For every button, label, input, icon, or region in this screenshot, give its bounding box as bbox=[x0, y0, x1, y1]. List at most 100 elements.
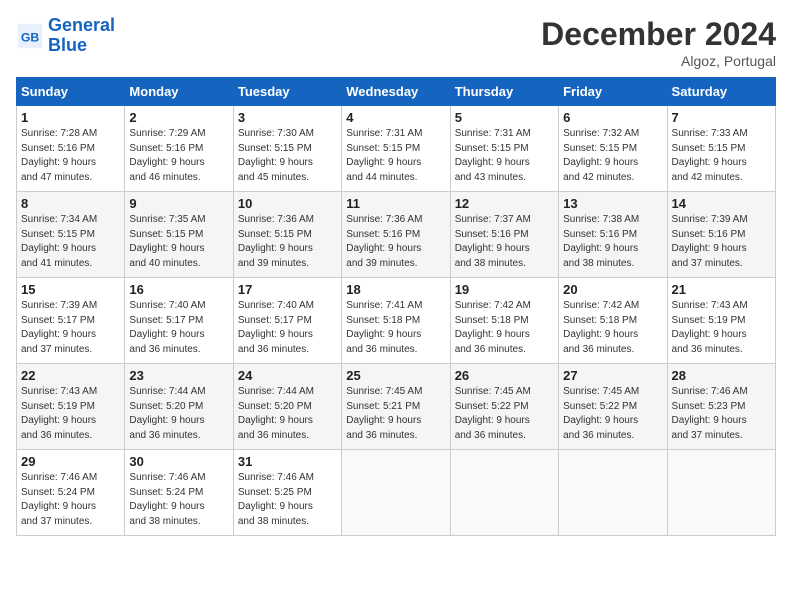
calendar-day-cell: 1 Sunrise: 7:28 AM Sunset: 5:16 PM Daylig… bbox=[17, 106, 125, 192]
day-info: Sunrise: 7:45 AM Sunset: 5:22 PM Dayligh… bbox=[563, 385, 662, 443]
day-number: 3 bbox=[238, 110, 337, 125]
day-number: 16 bbox=[129, 282, 228, 297]
day-number: 24 bbox=[238, 368, 337, 383]
empty-cell bbox=[559, 450, 667, 536]
day-info: Sunrise: 7:28 AM Sunset: 5:16 PM Dayligh… bbox=[21, 127, 120, 185]
day-info: Sunrise: 7:38 AM Sunset: 5:16 PM Dayligh… bbox=[563, 213, 662, 271]
day-info: Sunrise: 7:43 AM Sunset: 5:19 PM Dayligh… bbox=[672, 299, 771, 357]
day-number: 23 bbox=[129, 368, 228, 383]
page-header: GB General Blue December 2024 Algoz, Por… bbox=[16, 16, 776, 69]
calendar-day-cell: 6 Sunrise: 7:32 AM Sunset: 5:15 PM Daylig… bbox=[559, 106, 667, 192]
day-number: 25 bbox=[346, 368, 445, 383]
day-info: Sunrise: 7:40 AM Sunset: 5:17 PM Dayligh… bbox=[238, 299, 337, 357]
day-info: Sunrise: 7:46 AM Sunset: 5:24 PM Dayligh… bbox=[129, 471, 228, 529]
calendar-day-cell: 3 Sunrise: 7:30 AM Sunset: 5:15 PM Daylig… bbox=[233, 106, 341, 192]
calendar-day-cell: 31Sunrise: 7:46 AM Sunset: 5:25 PM Dayli… bbox=[233, 450, 341, 536]
day-info: Sunrise: 7:34 AM Sunset: 5:15 PM Dayligh… bbox=[21, 213, 120, 271]
weekday-header: Thursday bbox=[450, 78, 558, 106]
calendar-day-cell: 10Sunrise: 7:36 AM Sunset: 5:15 PM Dayli… bbox=[233, 192, 341, 278]
day-number: 5 bbox=[455, 110, 554, 125]
day-info: Sunrise: 7:44 AM Sunset: 5:20 PM Dayligh… bbox=[129, 385, 228, 443]
calendar: SundayMondayTuesdayWednesdayThursdayFrid… bbox=[16, 77, 776, 536]
calendar-day-cell: 24 Sunrise: 7:44 AM Sunset: 5:20 PM Dayli… bbox=[233, 364, 341, 450]
calendar-day-cell: 29 Sunrise: 7:46 AM Sunset: 5:24 PM Dayli… bbox=[17, 450, 125, 536]
day-number: 2 bbox=[129, 110, 228, 125]
weekday-header: Friday bbox=[559, 78, 667, 106]
day-info: Sunrise: 7:36 AM Sunset: 5:16 PM Dayligh… bbox=[346, 213, 445, 271]
day-number: 10 bbox=[238, 196, 337, 211]
day-number: 4 bbox=[346, 110, 445, 125]
weekday-header: Wednesday bbox=[342, 78, 450, 106]
day-info: Sunrise: 7:45 AM Sunset: 5:21 PM Dayligh… bbox=[346, 385, 445, 443]
calendar-day-cell: 30 Sunrise: 7:46 AM Sunset: 5:24 PM Dayli… bbox=[125, 450, 233, 536]
empty-cell bbox=[667, 450, 775, 536]
empty-cell bbox=[342, 450, 450, 536]
day-info: Sunrise: 7:45 AM Sunset: 5:22 PM Dayligh… bbox=[455, 385, 554, 443]
day-info: Sunrise: 7:35 AM Sunset: 5:15 PM Dayligh… bbox=[129, 213, 228, 271]
calendar-day-cell: 14 Sunrise: 7:39 AM Sunset: 5:16 PM Dayli… bbox=[667, 192, 775, 278]
day-info: Sunrise: 7:37 AM Sunset: 5:16 PM Dayligh… bbox=[455, 213, 554, 271]
day-info: Sunrise: 7:44 AM Sunset: 5:20 PM Dayligh… bbox=[238, 385, 337, 443]
calendar-day-cell: 19 Sunrise: 7:42 AM Sunset: 5:18 PM Dayli… bbox=[450, 278, 558, 364]
day-number: 29 bbox=[21, 454, 120, 469]
day-number: 1 bbox=[21, 110, 120, 125]
logo-icon: GB bbox=[16, 22, 44, 50]
day-number: 14 bbox=[672, 196, 771, 211]
day-info: Sunrise: 7:40 AM Sunset: 5:17 PM Dayligh… bbox=[129, 299, 228, 357]
calendar-day-cell: 5Sunrise: 7:31 AM Sunset: 5:15 PM Daylig… bbox=[450, 106, 558, 192]
day-number: 7 bbox=[672, 110, 771, 125]
day-number: 13 bbox=[563, 196, 662, 211]
day-number: 9 bbox=[129, 196, 228, 211]
day-number: 8 bbox=[21, 196, 120, 211]
day-info: Sunrise: 7:42 AM Sunset: 5:18 PM Dayligh… bbox=[455, 299, 554, 357]
day-info: Sunrise: 7:41 AM Sunset: 5:18 PM Dayligh… bbox=[346, 299, 445, 357]
logo-line2: Blue bbox=[48, 35, 87, 55]
day-number: 18 bbox=[346, 282, 445, 297]
logo-line1: General bbox=[48, 15, 115, 35]
calendar-day-cell: 4 Sunrise: 7:31 AM Sunset: 5:15 PM Daylig… bbox=[342, 106, 450, 192]
weekday-header: Tuesday bbox=[233, 78, 341, 106]
calendar-day-cell: 27 Sunrise: 7:45 AM Sunset: 5:22 PM Dayli… bbox=[559, 364, 667, 450]
day-info: Sunrise: 7:46 AM Sunset: 5:24 PM Dayligh… bbox=[21, 471, 120, 529]
day-info: Sunrise: 7:39 AM Sunset: 5:16 PM Dayligh… bbox=[672, 213, 771, 271]
day-number: 20 bbox=[563, 282, 662, 297]
day-number: 31 bbox=[238, 454, 337, 469]
day-number: 22 bbox=[21, 368, 120, 383]
day-number: 27 bbox=[563, 368, 662, 383]
calendar-day-cell: 25 Sunrise: 7:45 AM Sunset: 5:21 PM Dayli… bbox=[342, 364, 450, 450]
day-number: 21 bbox=[672, 282, 771, 297]
calendar-day-cell: 17 Sunrise: 7:40 AM Sunset: 5:17 PM Dayli… bbox=[233, 278, 341, 364]
calendar-day-cell: 8 Sunrise: 7:34 AM Sunset: 5:15 PM Daylig… bbox=[17, 192, 125, 278]
day-info: Sunrise: 7:31 AM Sunset: 5:15 PM Dayligh… bbox=[346, 127, 445, 185]
day-number: 6 bbox=[563, 110, 662, 125]
calendar-day-cell: 7 Sunrise: 7:33 AM Sunset: 5:15 PM Daylig… bbox=[667, 106, 775, 192]
day-number: 11 bbox=[346, 196, 445, 211]
logo: GB General Blue bbox=[16, 16, 115, 56]
calendar-day-cell: 20 Sunrise: 7:42 AM Sunset: 5:18 PM Dayli… bbox=[559, 278, 667, 364]
day-info: Sunrise: 7:43 AM Sunset: 5:19 PM Dayligh… bbox=[21, 385, 120, 443]
calendar-day-cell: 18 Sunrise: 7:41 AM Sunset: 5:18 PM Dayli… bbox=[342, 278, 450, 364]
calendar-day-cell: 23 Sunrise: 7:44 AM Sunset: 5:20 PM Dayli… bbox=[125, 364, 233, 450]
day-number: 19 bbox=[455, 282, 554, 297]
calendar-day-cell: 21 Sunrise: 7:43 AM Sunset: 5:19 PM Dayli… bbox=[667, 278, 775, 364]
day-info: Sunrise: 7:33 AM Sunset: 5:15 PM Dayligh… bbox=[672, 127, 771, 185]
day-info: Sunrise: 7:30 AM Sunset: 5:15 PM Dayligh… bbox=[238, 127, 337, 185]
day-info: Sunrise: 7:46 AM Sunset: 5:23 PM Dayligh… bbox=[672, 385, 771, 443]
month-title: December 2024 bbox=[541, 16, 776, 53]
calendar-day-cell: 26 Sunrise: 7:45 AM Sunset: 5:22 PM Dayli… bbox=[450, 364, 558, 450]
day-number: 28 bbox=[672, 368, 771, 383]
calendar-day-cell: 28 Sunrise: 7:46 AM Sunset: 5:23 PM Dayli… bbox=[667, 364, 775, 450]
calendar-day-cell: 13 Sunrise: 7:38 AM Sunset: 5:16 PM Dayli… bbox=[559, 192, 667, 278]
calendar-day-cell: 2Sunrise: 7:29 AM Sunset: 5:16 PM Daylig… bbox=[125, 106, 233, 192]
day-number: 30 bbox=[129, 454, 228, 469]
day-number: 26 bbox=[455, 368, 554, 383]
calendar-day-cell: 9 Sunrise: 7:35 AM Sunset: 5:15 PM Daylig… bbox=[125, 192, 233, 278]
day-number: 12 bbox=[455, 196, 554, 211]
empty-cell bbox=[450, 450, 558, 536]
day-number: 17 bbox=[238, 282, 337, 297]
day-info: Sunrise: 7:32 AM Sunset: 5:15 PM Dayligh… bbox=[563, 127, 662, 185]
calendar-day-cell: 16 Sunrise: 7:40 AM Sunset: 5:17 PM Dayli… bbox=[125, 278, 233, 364]
day-info: Sunrise: 7:42 AM Sunset: 5:18 PM Dayligh… bbox=[563, 299, 662, 357]
day-info: Sunrise: 7:39 AM Sunset: 5:17 PM Dayligh… bbox=[21, 299, 120, 357]
title-block: December 2024 Algoz, Portugal bbox=[541, 16, 776, 69]
